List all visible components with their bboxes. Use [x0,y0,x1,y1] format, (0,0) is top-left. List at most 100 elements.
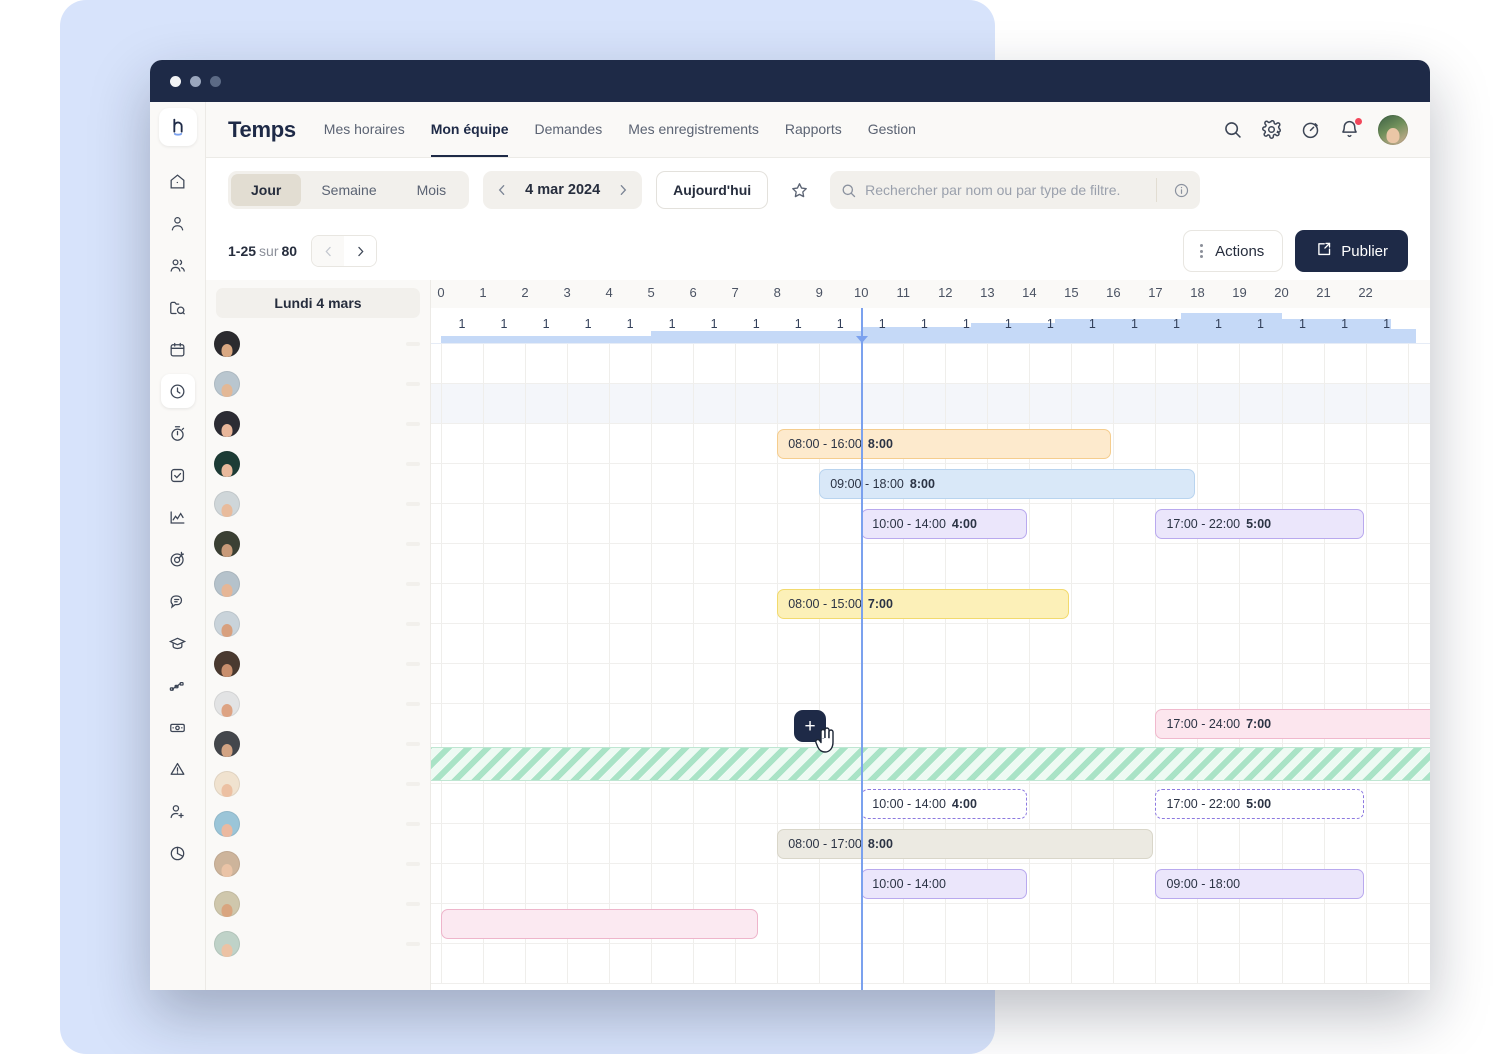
tab-rapports[interactable]: Rapports [785,102,842,157]
employee-row[interactable] [206,684,430,724]
app-logo[interactable] [159,108,197,146]
shift-block[interactable]: 08:00 - 16:008:00 [777,429,1111,459]
rail-item-add-user[interactable] [161,794,195,828]
schedule-row[interactable] [431,384,1430,424]
rail-item-home[interactable] [161,164,195,198]
shift-time: 17:00 - 24:00 [1166,717,1240,731]
employee-hours [406,622,420,626]
tab-mes-enregistrements[interactable]: Mes enregistrements [628,102,759,157]
employee-row[interactable] [206,924,430,964]
tab-mes-horaires[interactable]: Mes horaires [324,102,405,157]
actions-button[interactable]: Actions [1183,230,1283,272]
timeline-grid[interactable]: 012345678910111213141516171819202122 111… [431,280,1430,990]
rail-item-alert[interactable] [161,752,195,786]
hour-label: 8 [774,285,781,300]
employee-row[interactable] [206,884,430,924]
rail-item-timer[interactable] [161,416,195,450]
employee-hours [406,582,420,586]
view-mode-semaine[interactable]: Semaine [301,174,396,206]
view-mode-jour[interactable]: Jour [231,174,301,206]
today-button[interactable]: Aujourd'hui [656,171,768,209]
avatar [214,571,240,597]
employee-list-column: Lundi 4 mars [206,280,431,990]
pagination-next-button[interactable] [344,236,376,266]
tab-demandes[interactable]: Demandes [534,102,602,157]
employee-row[interactable] [206,724,430,764]
rail-item-pie-chart[interactable] [161,836,195,870]
employee-row[interactable] [206,484,430,524]
tab-gestion[interactable]: Gestion [868,102,916,157]
star-icon[interactable] [782,171,816,209]
avatar [214,491,240,517]
shift-block[interactable]: 09:00 - 18:00 [1155,869,1363,899]
employee-row[interactable] [206,644,430,684]
window-close-dot[interactable] [170,76,181,87]
rail-item-money[interactable] [161,710,195,744]
employee-row[interactable] [206,764,430,804]
rail-item-checkbox[interactable] [161,458,195,492]
date-prev-button[interactable] [489,175,515,205]
view-mode-segmented: JourSemaineMois [228,171,469,209]
coverage-count: 1 [1047,317,1054,331]
employee-row[interactable] [206,324,430,364]
hour-label: 15 [1064,285,1078,300]
rail-item-calendar[interactable] [161,332,195,366]
shift-block[interactable]: 17:00 - 22:005:00 [1155,509,1363,539]
employee-row[interactable] [206,604,430,644]
window-minimize-dot[interactable] [190,76,201,87]
employee-row[interactable] [206,564,430,604]
bell-icon[interactable] [1339,119,1360,140]
shift-block[interactable]: 10:00 - 14:004:00 [861,509,1027,539]
employee-row[interactable] [206,804,430,844]
tab-mon-quipe[interactable]: Mon équipe [431,102,509,157]
search-input[interactable] [865,182,1148,198]
search-icon[interactable] [1222,119,1243,140]
stopwatch-icon[interactable] [1300,119,1321,140]
shift-block[interactable]: 08:00 - 15:007:00 [777,589,1069,619]
employee-row[interactable] [206,524,430,564]
employee-row[interactable] [206,844,430,884]
rail-item-person[interactable] [161,206,195,240]
alert-icon [168,760,187,779]
rail-item-folder[interactable] [161,290,195,324]
date-next-button[interactable] [610,175,636,205]
rail-item-clock[interactable] [161,374,195,408]
employee-row[interactable] [206,364,430,404]
shift-block[interactable]: 17:00 - 22:005:00 [1155,789,1363,819]
view-mode-mois[interactable]: Mois [397,174,467,206]
rail-item-chat[interactable] [161,584,195,618]
search-filter-box[interactable] [830,171,1200,209]
schedule-row[interactable] [431,944,1430,984]
info-icon[interactable] [1165,182,1190,199]
rail-item-target[interactable] [161,542,195,576]
shift-block[interactable]: 08:00 - 17:008:00 [777,829,1153,859]
shift-block[interactable]: 09:00 - 18:008:00 [819,469,1195,499]
coverage-count: 1 [711,317,718,331]
publish-button[interactable]: Publier [1295,230,1408,272]
employee-row[interactable] [206,444,430,484]
hour-label: 13 [980,285,994,300]
shift-duration: 8:00 [868,837,893,851]
gear-icon[interactable] [1261,119,1282,140]
shift-block[interactable] [441,909,758,939]
avatar[interactable] [1378,115,1408,145]
employee-row[interactable] [206,404,430,444]
schedule-row[interactable] [431,544,1430,584]
schedule-row[interactable] [431,624,1430,664]
schedule-row[interactable] [431,664,1430,704]
rail-item-workflow[interactable] [161,668,195,702]
rail-item-people[interactable] [161,248,195,282]
workflow-icon [168,676,187,695]
rail-item-graduation-cap[interactable] [161,626,195,660]
employee-hours [406,902,420,906]
add-shift-button[interactable]: + [794,710,826,742]
window-maximize-dot[interactable] [210,76,221,87]
current-date-label: 4 mar 2024 [517,182,608,198]
schedule-row[interactable] [431,344,1430,384]
schedule-rows: 08:00 - 16:008:0009:00 - 18:008:0010:00 … [431,344,1430,984]
shift-block[interactable]: 10:00 - 14:004:00 [861,789,1027,819]
shift-block[interactable]: 10:00 - 14:00 [861,869,1027,899]
shift-block[interactable]: 17:00 - 24:007:00 [1155,709,1430,739]
rail-item-chart-line[interactable] [161,500,195,534]
pagination-prev-button[interactable] [312,236,344,266]
